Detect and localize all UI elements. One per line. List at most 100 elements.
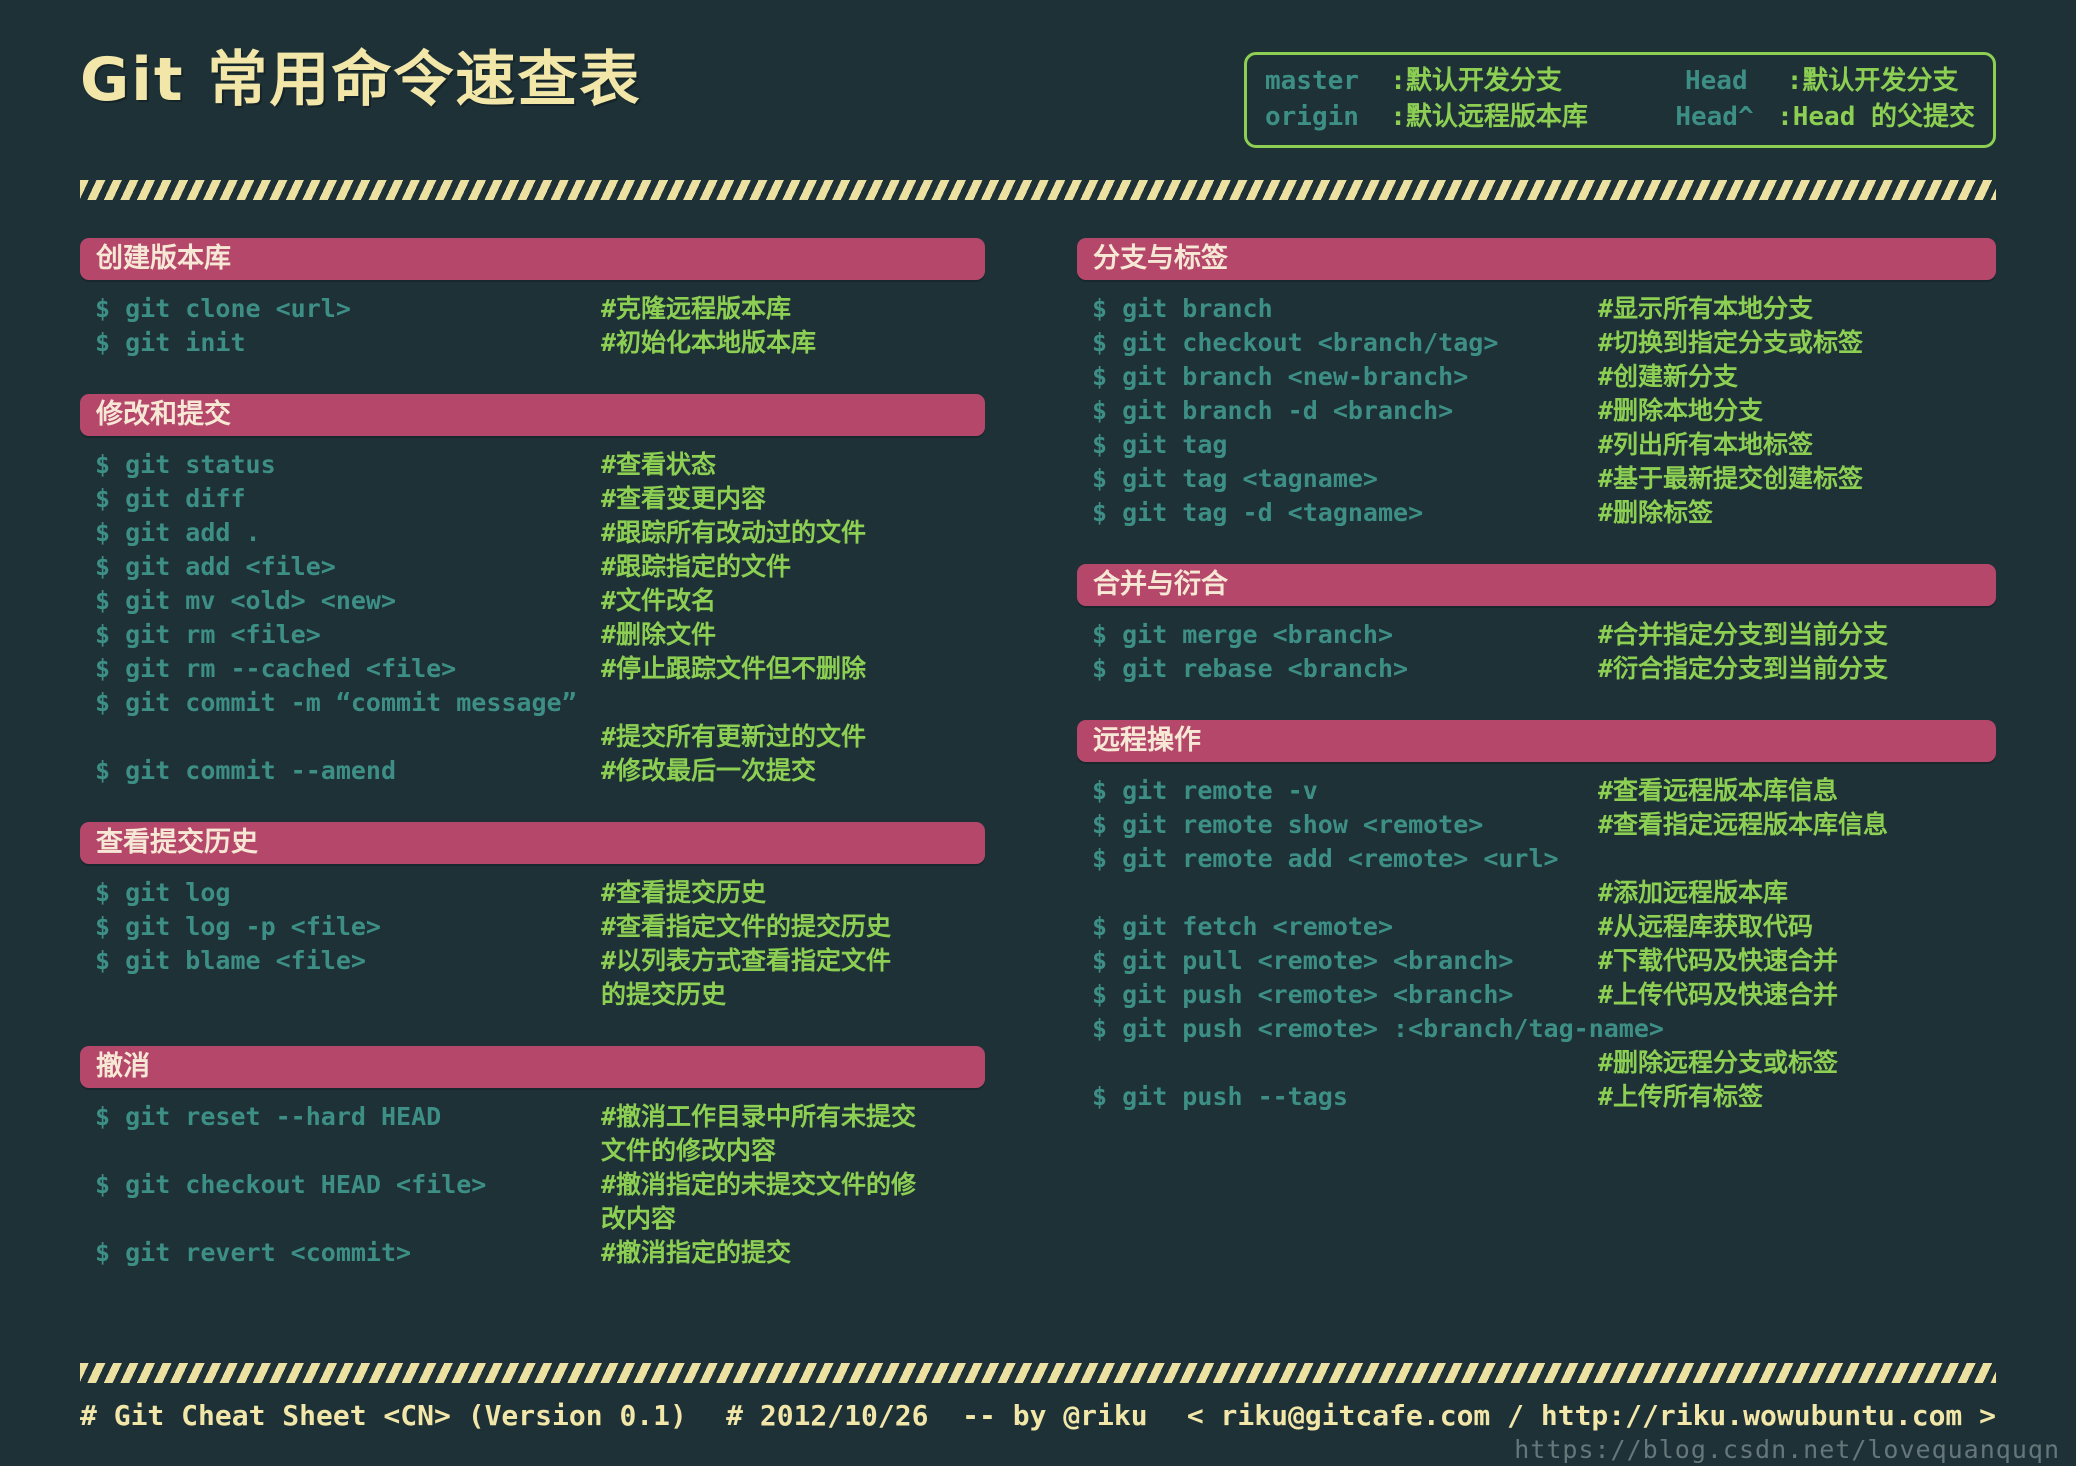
legend-row: master :默认开发分支 Head :默认开发分支	[1265, 63, 1975, 99]
command-text: $ git init	[95, 328, 246, 357]
command-row: $ git push --tags #上传所有标签	[1092, 1080, 1996, 1114]
command-row: $ git merge <branch> #合并指定分支到当前分支	[1092, 618, 1996, 652]
command-row: $ git pull <remote> <branch> #下载代码及快速合并	[1092, 944, 1996, 978]
comment-text	[601, 686, 985, 720]
comment-text: #撤消指定的提交	[601, 1238, 792, 1267]
command-row: $ git fetch <remote> #从远程库获取代码	[1092, 910, 1996, 944]
command-text: $ git commit -m “commit message”	[95, 688, 577, 717]
comment-text: #删除文件	[601, 620, 717, 649]
comment-text: #删除本地分支	[1598, 396, 1764, 425]
command-row: $ git remote add <remote> <url>	[1092, 842, 1996, 876]
command-text: $ git rebase <branch>	[1092, 654, 1409, 683]
section: 分支与标签 $ git branch #显示所有本地分支 $ git checkout…	[1077, 238, 1996, 530]
comment-text: #文件改名	[601, 586, 717, 615]
comment-text: #列出所有本地标签	[1598, 430, 1814, 459]
command-row: $ git tag #列出所有本地标签	[1092, 428, 1996, 462]
section-header-bar: 查看提交历史	[80, 822, 985, 864]
command-row: $ git rm --cached <file> #停止跟踪文件但不删除	[95, 652, 985, 686]
legend-entry: master :默认开发分支	[1265, 63, 1685, 99]
command-row: $ git log #查看提交历史	[95, 876, 985, 910]
section: 撤消 $ git reset --hard HEAD #撤消工作目录中所有未提交 文…	[80, 1046, 985, 1270]
command-row: $ git checkout HEAD <file> #撤消指定的未提交文件的修 …	[95, 1168, 985, 1236]
comment-text: #切换到指定分支或标签	[1598, 328, 1864, 357]
page-footer: # Git Cheat Sheet <CN> (Version 0.1) # 2…	[80, 1363, 1996, 1432]
command-row: $ git checkout <branch/tag> #切换到指定分支或标签	[1092, 326, 1996, 360]
command-text: $ git clone <url>	[95, 294, 351, 323]
comment-text: #查看指定文件的提交历史	[601, 912, 892, 941]
top-divider	[80, 180, 1996, 200]
command-row: $ git tag <tagname> #基于最新提交创建标签	[1092, 462, 1996, 496]
comment-text	[1664, 1012, 1996, 1046]
command-row: $ git mv <old> <new> #文件改名	[95, 584, 985, 618]
comment-text: #初始化本地版本库	[601, 328, 817, 357]
command-text: $ git log	[95, 878, 231, 907]
command-text: $ git add .	[95, 518, 261, 547]
section-rows: $ git remote -v #查看远程版本库信息 $ git remote sh…	[1077, 774, 1996, 1114]
command-row: $ git init #初始化本地版本库	[95, 326, 985, 360]
command-text: $ git tag <tagname>	[1092, 464, 1378, 493]
legend-row: origin :默认远程版本库 Head^ :Head 的父提交	[1265, 99, 1975, 135]
command-text: $ git commit --amend	[95, 756, 397, 785]
legend-desc: :Head 的父提交	[1777, 102, 1975, 132]
legend-key: Head^	[1675, 102, 1754, 132]
command-text: $ git push --tags	[1092, 1082, 1348, 1111]
cheat-sheet-page: Git 常用命令速查表 master :默认开发分支 Head :默认开发分支 …	[0, 0, 2076, 1466]
command-row: $ git commit -m “commit message”	[95, 686, 985, 720]
command-text: $ git remote add <remote> <url>	[1092, 844, 1559, 873]
comment-text: #修改最后一次提交	[601, 756, 817, 785]
comment-text: #以列表方式查看指定文件 的提交历史	[601, 946, 892, 1009]
column-right: 分支与标签 $ git branch #显示所有本地分支 $ git checkout…	[1077, 238, 1996, 1304]
comment-text: #查看指定远程版本库信息	[1598, 810, 1889, 839]
command-row: #删除远程分支或标签	[1092, 1046, 1996, 1080]
comment-text: #跟踪所有改动过的文件	[601, 518, 867, 547]
legend-entry: Head^ :Head 的父提交	[1675, 99, 1975, 135]
command-text: $ git pull <remote> <branch>	[1092, 946, 1514, 975]
command-text: $ git revert <commit>	[95, 1238, 412, 1267]
comment-text: #撤消指定的未提交文件的修 改内容	[601, 1170, 917, 1233]
legend-desc: :默认远程版本库	[1390, 102, 1588, 132]
legend-desc: :默认开发分支	[1390, 66, 1562, 96]
command-row: $ git remote show <remote> #查看指定远程版本库信息	[1092, 808, 1996, 842]
command-text: $ git branch	[1092, 294, 1273, 323]
command-row: #添加远程版本库	[1092, 876, 1996, 910]
section-rows: $ git status #查看状态 $ git diff #查看变更内容 $ git …	[80, 448, 985, 788]
command-text: $ git branch <new-branch>	[1092, 362, 1469, 391]
command-text: $ git blame <file>	[95, 946, 366, 975]
command-row: $ git branch #显示所有本地分支	[1092, 292, 1996, 326]
comment-text: #添加远程版本库	[1598, 878, 1789, 907]
legend-entry: Head :默认开发分支	[1685, 63, 1958, 99]
command-text: $ git remote show <remote>	[1092, 810, 1484, 839]
command-row: $ git push <remote> :<branch/tag-name>	[1092, 1012, 1996, 1046]
command-row: $ git branch -d <branch> #删除本地分支	[1092, 394, 1996, 428]
command-row: $ git add . #跟踪所有改动过的文件	[95, 516, 985, 550]
comment-text: #上传所有标签	[1598, 1082, 1764, 1111]
command-text: $ git reset --hard HEAD	[95, 1102, 442, 1131]
comment-text: #查看变更内容	[601, 484, 767, 513]
command-text: $ git fetch <remote>	[1092, 912, 1394, 941]
command-row: $ git revert <commit> #撤消指定的提交	[95, 1236, 985, 1270]
comment-text: #提交所有更新过的文件	[601, 722, 867, 751]
command-text: $ git remote -v	[1092, 776, 1318, 805]
comment-text: #查看提交历史	[601, 878, 767, 907]
command-row: $ git branch <new-branch> #创建新分支	[1092, 360, 1996, 394]
section: 修改和提交 $ git status #查看状态 $ git diff #查看变更内容 $…	[80, 394, 985, 788]
command-text: $ git checkout HEAD <file>	[95, 1170, 487, 1199]
comment-text: #克隆远程版本库	[601, 294, 792, 323]
command-row: $ git rm <file> #删除文件	[95, 618, 985, 652]
command-row: $ git blame <file> #以列表方式查看指定文件 的提交历史	[95, 944, 985, 1012]
command-row: $ git push <remote> <branch> #上传代码及快速合并	[1092, 978, 1996, 1012]
command-text: $ git branch -d <branch>	[1092, 396, 1454, 425]
footer-divider	[80, 1363, 1996, 1383]
section-rows: $ git branch #显示所有本地分支 $ git checkout <bra…	[1077, 292, 1996, 530]
comment-text: #创建新分支	[1598, 362, 1739, 391]
comment-text: #删除标签	[1598, 498, 1714, 527]
command-text: $ git checkout <branch/tag>	[1092, 328, 1499, 357]
command-text: $ git push <remote> <branch>	[1092, 980, 1514, 1009]
comment-text: #查看状态	[601, 450, 717, 479]
command-text: $ git mv <old> <new>	[95, 586, 397, 615]
command-text: $ git rm <file>	[95, 620, 321, 649]
section-rows: $ git reset --hard HEAD #撤消工作目录中所有未提交 文件的…	[80, 1100, 985, 1270]
command-text: $ git log -p <file>	[95, 912, 381, 941]
command-text	[1092, 1046, 1598, 1080]
command-text	[95, 720, 601, 754]
